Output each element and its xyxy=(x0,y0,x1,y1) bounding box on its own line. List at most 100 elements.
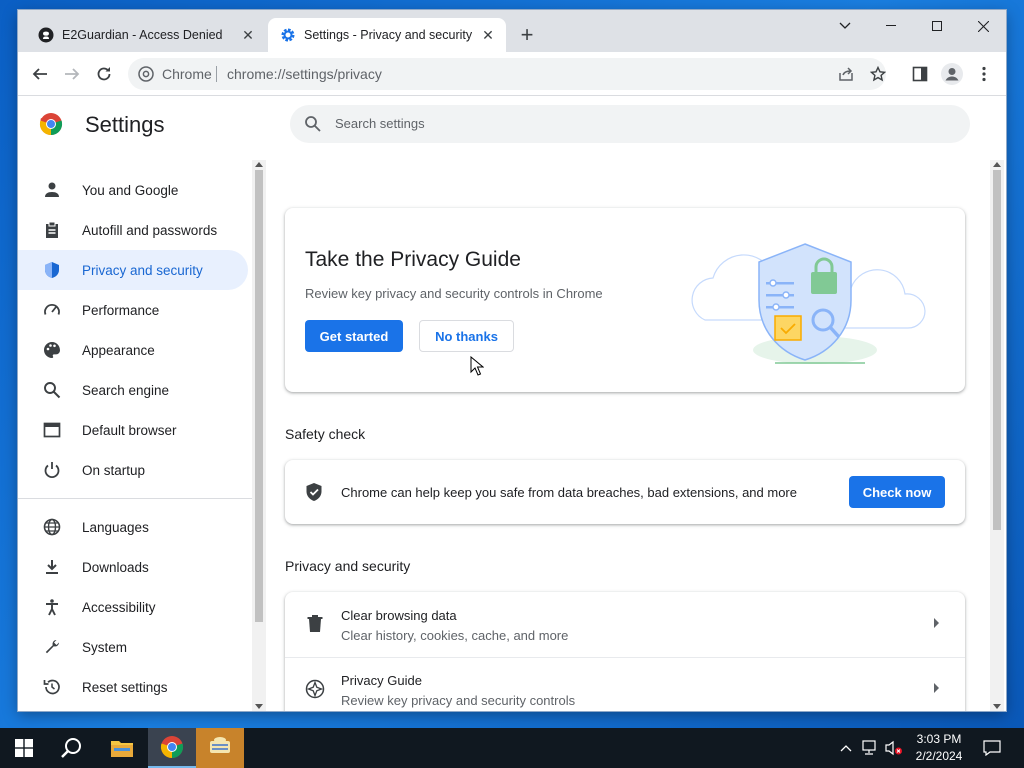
safety-check-card: Chrome can help keep you safe from data … xyxy=(285,460,965,524)
no-thanks-button[interactable]: No thanks xyxy=(419,320,514,352)
sidebar-item-search-engine[interactable]: Search engine xyxy=(18,370,248,410)
content-scrollbar[interactable] xyxy=(990,160,1004,711)
safety-check-text: Chrome can help keep you safe from data … xyxy=(341,485,797,500)
sidebar-item-on-startup[interactable]: On startup xyxy=(18,450,248,490)
scrollbar-thumb[interactable] xyxy=(255,170,263,622)
omnibox-divider xyxy=(216,66,217,82)
tab-settings[interactable]: Settings - Privacy and security ✕ xyxy=(268,18,506,52)
clear-browsing-data-row[interactable]: Clear browsing data Clear history, cooki… xyxy=(285,592,965,658)
sidebar-item-label: On startup xyxy=(82,462,146,478)
sidebar-item-appearance[interactable]: Appearance xyxy=(18,330,248,370)
chevron-down-icon[interactable] xyxy=(822,10,868,42)
sidebar-item-default-browser[interactable]: Default browser xyxy=(18,410,248,450)
check-now-button[interactable]: Check now xyxy=(849,476,945,508)
close-window-icon[interactable] xyxy=(960,10,1006,42)
privacy-guide-title: Take the Privacy Guide xyxy=(305,248,521,271)
sidebar-item-system[interactable]: System xyxy=(18,627,248,667)
privacy-guide-row[interactable]: Privacy Guide Review key privacy and sec… xyxy=(285,657,965,711)
browser-toolbar: Chrome chrome://settings/privacy xyxy=(18,52,1006,96)
privacy-guide-card: Take the Privacy Guide Review key privac… xyxy=(285,208,965,392)
row-subtitle: Review key privacy and security controls xyxy=(341,693,576,708)
scrollbar-thumb[interactable] xyxy=(993,170,1001,530)
side-panel-icon[interactable] xyxy=(908,62,932,86)
sidebar-item-label: Accessibility xyxy=(82,599,156,615)
bookmark-star-icon[interactable] xyxy=(868,64,888,84)
compass-icon xyxy=(305,679,325,699)
wrench-icon xyxy=(42,637,62,657)
get-started-button[interactable]: Get started xyxy=(305,320,403,352)
privacy-security-card: Clear browsing data Clear history, cooki… xyxy=(285,592,965,711)
sidebar-item-reset-settings[interactable]: Reset settings xyxy=(18,667,248,707)
sidebar-item-languages[interactable]: Languages xyxy=(18,507,248,547)
search-icon xyxy=(304,115,322,138)
sidebar-item-performance[interactable]: Performance xyxy=(18,290,248,330)
tab-e2guardian[interactable]: E2Guardian - Access Denied ✕ xyxy=(26,18,266,52)
file-explorer-icon[interactable] xyxy=(98,728,146,768)
search-placeholder: Search settings xyxy=(335,116,425,131)
clock-date: 2/2/2024 xyxy=(915,749,963,763)
chrome-logo-icon xyxy=(39,112,63,136)
scroll-up-icon[interactable] xyxy=(255,162,263,167)
close-tab-icon[interactable]: ✕ xyxy=(478,25,498,45)
trash-icon xyxy=(305,614,325,634)
back-icon[interactable] xyxy=(28,62,52,86)
chevron-right-icon xyxy=(934,683,939,693)
sidebar-item-autofill[interactable]: Autofill and passwords xyxy=(18,210,248,250)
row-title: Privacy Guide xyxy=(341,673,422,688)
share-icon[interactable] xyxy=(836,64,856,84)
search-icon xyxy=(42,380,62,400)
sidebar-item-privacy[interactable]: Privacy and security xyxy=(18,250,248,290)
github-icon xyxy=(38,27,54,43)
minimize-icon[interactable] xyxy=(868,10,914,42)
windows-taskbar: 3:03 PM 2/2/2024 xyxy=(0,728,1024,768)
taskbar-clock[interactable]: 3:03 PM 2/2/2024 xyxy=(904,731,974,765)
privacy-security-heading: Privacy and security xyxy=(285,558,411,574)
speedometer-icon xyxy=(42,300,62,320)
taskbar-search-icon[interactable] xyxy=(48,728,96,768)
globe-icon xyxy=(42,517,62,537)
site-label: Chrome xyxy=(162,66,212,82)
notifications-icon[interactable] xyxy=(982,738,1002,758)
palette-icon xyxy=(42,340,62,360)
page-title: Settings xyxy=(85,112,165,137)
chrome-window: E2Guardian - Access Denied ✕ Settings - … xyxy=(18,10,1006,711)
browser-icon xyxy=(42,420,62,440)
tab-strip: E2Guardian - Access Denied ✕ Settings - … xyxy=(18,10,1006,52)
person-icon xyxy=(42,180,62,200)
sidebar-item-label: System xyxy=(82,639,128,655)
clipboard-icon xyxy=(42,220,62,240)
sidebar-item-accessibility[interactable]: Accessibility xyxy=(18,587,248,627)
start-button[interactable] xyxy=(0,728,48,768)
safety-check-heading: Safety check xyxy=(285,426,366,442)
search-input[interactable]: Search settings xyxy=(290,105,970,143)
shield-icon xyxy=(42,260,62,280)
network-icon[interactable] xyxy=(860,738,880,758)
chrome-logo-icon xyxy=(138,66,154,82)
address-bar[interactable]: Chrome chrome://settings/privacy xyxy=(128,58,886,90)
scroll-down-icon[interactable] xyxy=(993,704,1001,709)
sidebar-item-label: Autofill and passwords xyxy=(82,222,218,238)
scroll-up-icon[interactable] xyxy=(993,162,1001,167)
sidebar-item-downloads[interactable]: Downloads xyxy=(18,547,248,587)
download-icon xyxy=(42,557,62,577)
site-info[interactable]: Chrome xyxy=(138,66,212,82)
volume-muted-icon[interactable] xyxy=(884,738,904,758)
new-tab-icon[interactable]: + xyxy=(516,24,538,46)
tray-chevron-up-icon[interactable] xyxy=(836,738,856,758)
row-title: Clear browsing data xyxy=(341,608,457,623)
taskbar-app-icon[interactable] xyxy=(196,728,244,768)
url-text[interactable]: chrome://settings/privacy xyxy=(227,66,382,82)
close-tab-icon[interactable]: ✕ xyxy=(238,25,258,45)
sidebar-scrollbar[interactable] xyxy=(252,160,266,711)
maximize-icon[interactable] xyxy=(914,10,960,42)
settings-sidebar: You and Google Autofill and passwords Pr… xyxy=(18,160,252,711)
forward-icon[interactable] xyxy=(60,62,84,86)
profile-avatar-icon[interactable] xyxy=(940,62,964,86)
sidebar-item-you-and-google[interactable]: You and Google xyxy=(18,170,248,210)
reload-icon[interactable] xyxy=(92,62,116,86)
chevron-right-icon xyxy=(934,618,939,628)
more-menu-icon[interactable] xyxy=(972,62,996,86)
taskbar-chrome-icon[interactable] xyxy=(148,728,196,768)
settings-page: Settings Search settings You and Google … xyxy=(18,96,1006,711)
scroll-down-icon[interactable] xyxy=(255,704,263,709)
